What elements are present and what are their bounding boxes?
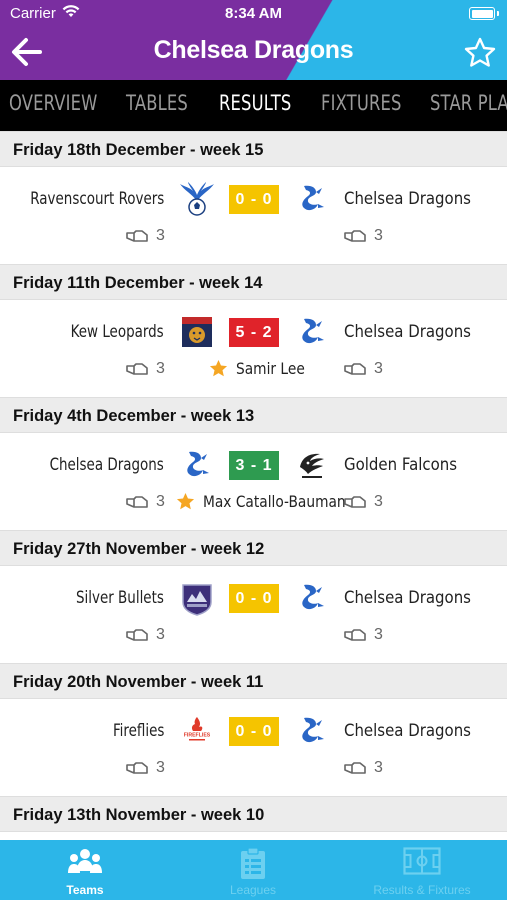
vote-hand-icon [126,629,148,641]
star-player: Samir Lee [209,359,316,378]
leagues-icon [241,847,265,879]
away-team-name: Chelsea Dragons [344,322,471,342]
favorite-star-icon[interactable] [463,36,497,70]
away-team-name: Golden Falcons [344,455,458,475]
away-votes: 3 [344,626,383,644]
battery-icon [469,7,495,20]
score-badge: 0 - 0 [229,584,279,613]
home-votes: 3 [126,493,165,511]
match-row[interactable]: Chelsea Dragons 3 - 1 Golden Falcons 3 M… [0,433,507,530]
vote-hand-icon [344,629,366,641]
away-team-name: Chelsea Dragons [344,721,471,741]
date-header: Friday 18th December - week 15 [0,131,507,167]
golden-falcons-crest-icon [300,453,324,478]
away-votes: 3 [344,759,383,777]
nav-results-fixtures[interactable]: Results & Fixtures [362,840,482,900]
match-row[interactable]: Fireflies FIREFLIES 0 - 0 Chelsea Dragon… [0,699,507,796]
home-votes: 3 [126,759,165,777]
status-bar: Carrier 8:34 AM [0,0,507,28]
chelsea-dragons-crest-icon [302,717,324,743]
home-votes: 3 [126,227,165,245]
vote-hand-icon [126,762,148,774]
vote-hand-icon [344,363,366,375]
results-list[interactable]: Friday 18th December - week 15 Ravenscou… [0,131,507,840]
away-votes: 3 [344,227,383,245]
vote-hand-icon [126,363,148,375]
home-votes: 3 [126,626,165,644]
match-row[interactable]: Ravenscourt Rovers 0 - 0 Chelsea Dragons… [0,167,507,264]
vote-hand-icon [126,496,148,508]
pitch-icon [403,847,441,875]
kew-leopards-crest-icon [182,317,212,347]
chelsea-dragons-crest-icon [302,318,324,344]
match-row[interactable]: Silver Bullets 0 - 0 Chelsea Dragons 3 3 [0,566,507,663]
tab-star-players[interactable]: STAR PLA [430,91,507,115]
fireflies-crest-icon: FIREFLIES [181,717,213,741]
home-team-name: Fireflies [112,721,164,741]
home-votes: 3 [126,360,165,378]
ravenscourt-rovers-crest-icon [180,182,214,216]
score-badge: 0 - 0 [229,717,279,746]
chelsea-dragons-crest-icon [302,185,324,211]
nav-teams[interactable]: Teams [40,840,130,900]
clock: 8:34 AM [225,5,282,22]
score-badge: 5 - 2 [229,318,279,347]
star-player-icon [176,492,195,510]
date-header: Friday 11th December - week 14 [0,264,507,300]
date-header: Friday 13th November - week 10 [0,796,507,832]
away-votes: 3 [344,360,383,378]
score-badge: 3 - 1 [229,451,279,480]
away-team-name: Chelsea Dragons [344,588,471,608]
home-team-name: Ravenscourt Rovers [29,189,164,209]
silver-bullets-crest-icon [182,584,212,616]
chelsea-dragons-crest-icon [302,584,324,610]
vote-hand-icon [344,496,366,508]
bottom-tab-bar: Teams Leagues Results & Fixtures [0,840,507,900]
home-team-name: Silver Bullets [76,588,164,608]
chelsea-dragons-crest-icon [187,451,209,477]
date-header: Friday 4th December - week 13 [0,397,507,433]
home-team-name: Kew Leopards [70,322,164,342]
star-player: Max Catallo-Bauman [176,492,369,511]
tab-fixtures[interactable]: FIXTURES [321,91,402,115]
away-team-name: Chelsea Dragons [344,189,471,209]
tab-overview[interactable]: OVERVIEW [9,91,97,115]
app-header: Carrier 8:34 AM Chelsea Dragons [0,0,507,80]
teams-icon [68,849,102,873]
vote-hand-icon [126,230,148,242]
star-player-icon [209,359,228,377]
away-votes: 3 [344,493,383,511]
score-badge: 0 - 0 [229,185,279,214]
match-row[interactable] [0,832,507,840]
tab-results[interactable]: RESULTS [219,91,291,115]
vote-hand-icon [344,762,366,774]
date-header: Friday 20th November - week 11 [0,663,507,699]
match-row[interactable]: Kew Leopards 5 - 2 Chelsea Dragons 3 Sam… [0,300,507,397]
nav-leagues[interactable]: Leagues [208,840,298,900]
svg-text:FIREFLIES: FIREFLIES [184,732,211,738]
date-header: Friday 27th November - week 12 [0,530,507,566]
tab-bar: OVERVIEW TABLES RESULTS FIXTURES STAR PL… [0,80,507,131]
tab-tables[interactable]: TABLES [126,91,188,115]
vote-hand-icon [344,230,366,242]
page-title: Chelsea Dragons [153,36,354,64]
home-team-name: Chelsea Dragons [49,455,164,475]
